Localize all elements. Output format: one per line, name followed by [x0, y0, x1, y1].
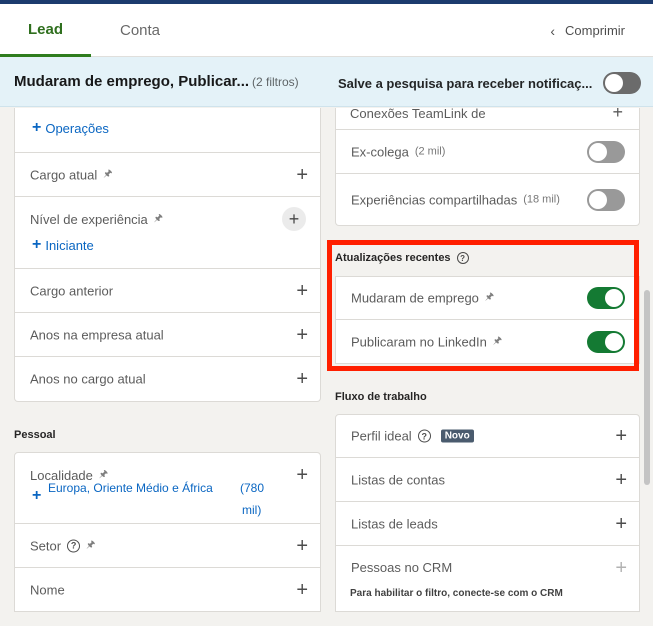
- add-icon: +: [615, 557, 627, 579]
- crm-hint: Para habilitar o filtro, conecte-se com …: [350, 588, 563, 599]
- add-icon[interactable]: +: [296, 536, 308, 556]
- add-icon[interactable]: +: [296, 465, 308, 485]
- add-icon[interactable]: +: [296, 369, 308, 389]
- filter-listas-leads[interactable]: Listas de leads +: [335, 502, 640, 546]
- filter-label: Conexões TeamLink de: [350, 108, 486, 121]
- filter-anos-empresa[interactable]: Anos na empresa atual +: [14, 313, 321, 357]
- filter-label: Listas de contas: [351, 472, 445, 487]
- scrollbar[interactable]: [644, 290, 650, 485]
- add-icon[interactable]: +: [296, 325, 308, 345]
- highlight-box: [327, 240, 639, 371]
- count-label: (2 mil): [414, 145, 446, 158]
- filter-pessoas-crm: Pessoas no CRM + Para habilitar o filtro…: [335, 546, 640, 612]
- filter-cargo-atual[interactable]: Cargo atual 🖈 +: [14, 153, 321, 197]
- add-icon[interactable]: +: [296, 165, 308, 185]
- filter-label: Experiências compartilhadas (18 mil): [351, 192, 560, 207]
- label-text: Cargo atual: [30, 167, 98, 182]
- filter-perfil-ideal[interactable]: Perfil ideal ? Novo +: [335, 414, 640, 458]
- filter-label: Perfil ideal ? Novo: [351, 429, 474, 444]
- tag-label: Operações: [45, 120, 109, 136]
- experiencias-toggle[interactable]: [587, 188, 625, 211]
- filter-cargo-anterior[interactable]: Cargo anterior +: [14, 269, 321, 313]
- label-text: Ex-colega: [351, 144, 409, 159]
- add-icon[interactable]: +: [282, 207, 306, 231]
- filter-nivel-experiencia[interactable]: Nível de experiência 🖈 + + Iniciante: [14, 197, 321, 269]
- function-filter-row: + Operações: [14, 108, 321, 153]
- filter-count: (2 filtros): [252, 75, 299, 89]
- help-icon[interactable]: ?: [67, 539, 81, 552]
- filter-label: Nome: [30, 582, 65, 597]
- tab-lead[interactable]: Lead: [0, 4, 91, 57]
- help-icon[interactable]: ?: [417, 429, 431, 443]
- search-title: Mudaram de emprego, Publicar...: [14, 73, 250, 90]
- add-icon[interactable]: +: [296, 281, 308, 301]
- new-badge: Novo: [440, 429, 474, 443]
- label-text: Setor: [30, 538, 62, 553]
- collapse-label: Comprimir: [565, 23, 625, 38]
- add-icon[interactable]: +: [615, 514, 627, 534]
- filter-localidade[interactable]: Localidade 🖈 + + Europa, Oriente Médio e…: [14, 452, 321, 524]
- label-text: Experiências compartilhadas: [351, 192, 518, 207]
- tag-label: Iniciante: [45, 237, 94, 253]
- filter-label: Nível de experiência 🖈: [30, 211, 163, 228]
- section-fluxo-trabalho: Fluxo de trabalho: [335, 391, 427, 403]
- plus-icon: +: [32, 236, 42, 253]
- add-icon[interactable]: +: [615, 426, 627, 446]
- search-summary-bar: Mudaram de emprego, Publicar... (2 filtr…: [0, 57, 653, 107]
- filter-listas-contas[interactable]: Listas de contas +: [335, 458, 640, 502]
- label-text: Perfil ideal: [351, 428, 412, 444]
- top-tab-bar: Lead Conta ‹ Comprimir: [0, 0, 653, 57]
- pin-icon[interactable]: 🖈: [154, 211, 163, 228]
- count-label: (18 mil): [523, 193, 560, 206]
- collapse-button[interactable]: ‹ Comprimir: [550, 4, 625, 57]
- add-icon[interactable]: +: [615, 470, 627, 490]
- filter-label: Anos no cargo atual: [30, 371, 146, 387]
- add-icon[interactable]: +: [612, 108, 623, 123]
- ex-colega-toggle[interactable]: [587, 140, 625, 163]
- filter-label: Cargo atual 🖈: [30, 166, 112, 183]
- pin-icon[interactable]: 🖈: [103, 166, 112, 183]
- filter-anos-cargo[interactable]: Anos no cargo atual +: [14, 357, 321, 402]
- chevron-left-icon: ‹: [550, 22, 556, 39]
- filter-conexoes-teamlink[interactable]: Conexões TeamLink de +: [335, 108, 640, 130]
- label-text: Nível de experiência: [30, 212, 148, 227]
- filter-label: Anos na empresa atual: [30, 327, 164, 342]
- filter-experiencias[interactable]: Experiências compartilhadas (18 mil): [335, 174, 640, 226]
- filter-label: Setor ? 🖈: [30, 537, 95, 554]
- save-search-toggle[interactable]: [603, 72, 641, 94]
- filter-label: Ex-colega (2 mil): [351, 144, 445, 159]
- tag-count: mil): [242, 503, 262, 517]
- tab-conta[interactable]: Conta: [91, 4, 189, 57]
- filter-nome[interactable]: Nome +: [14, 568, 321, 612]
- tag-operacoes[interactable]: + Operações: [32, 119, 109, 137]
- filter-label: Pessoas no CRM: [351, 560, 453, 575]
- tag-count: (780: [240, 481, 265, 495]
- filter-setor[interactable]: Setor ? 🖈 +: [14, 524, 321, 568]
- filter-label: Cargo anterior: [30, 283, 114, 298]
- add-icon[interactable]: +: [296, 580, 308, 600]
- plus-icon: +: [32, 119, 42, 136]
- filter-label: Listas de leads: [351, 516, 438, 531]
- save-search-label: Salve a pesquisa para receber notificaç.…: [338, 76, 593, 91]
- section-pessoal: Pessoal: [14, 429, 56, 441]
- filter-ex-colega[interactable]: Ex-colega (2 mil): [335, 130, 640, 174]
- tag-iniciante[interactable]: + Iniciante: [32, 236, 94, 254]
- pin-icon[interactable]: 🖈: [86, 537, 95, 554]
- tag-europa[interactable]: Europa, Oriente Médio e África: [48, 481, 213, 495]
- plus-icon: +: [32, 487, 42, 504]
